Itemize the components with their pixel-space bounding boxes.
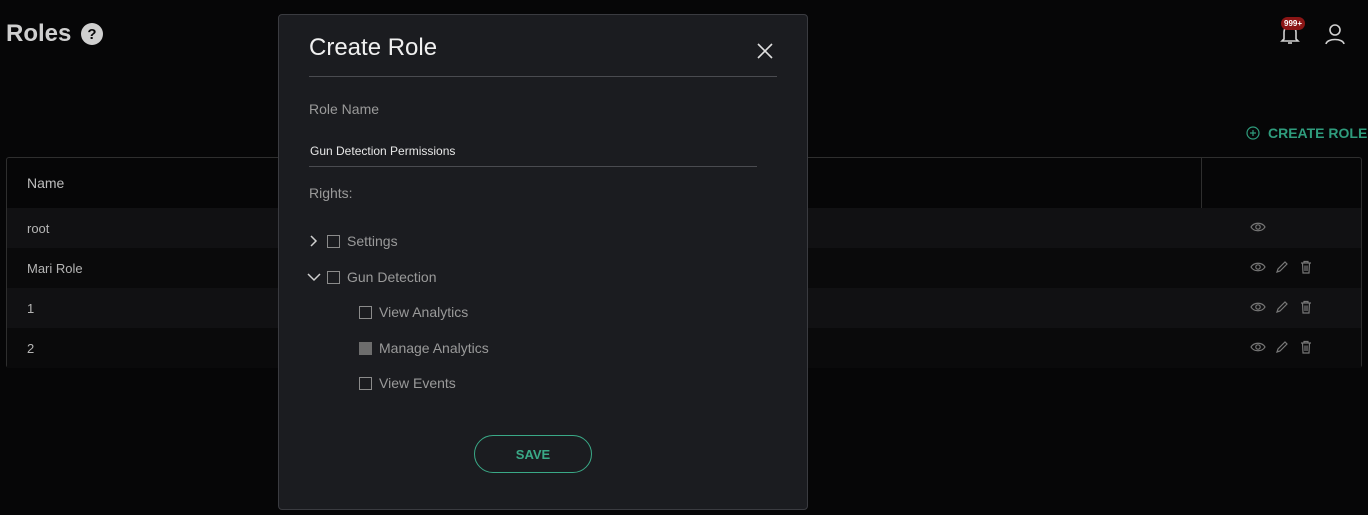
pencil-icon[interactable] — [1274, 259, 1290, 275]
page-title: Roles — [6, 20, 72, 47]
tree-item-label: Settings — [347, 233, 398, 249]
eye-icon[interactable] — [1250, 219, 1266, 235]
tree-item-label: View Events — [379, 375, 456, 391]
create-role-label: CREATE ROLE — [1268, 125, 1368, 141]
rights-label: Rights: — [309, 185, 353, 201]
tree-item-manage-analytics[interactable]: Manage Analytics — [359, 338, 489, 358]
gun-detection-checkbox[interactable] — [327, 270, 340, 284]
trash-icon[interactable] — [1298, 299, 1314, 315]
close-icon[interactable] — [755, 41, 775, 61]
role-name-cell: Mari Role — [27, 261, 83, 276]
dialog-divider — [309, 76, 777, 77]
plus-circle-icon — [1246, 126, 1260, 140]
question-circle-icon[interactable]: ? — [81, 23, 103, 45]
eye-icon[interactable] — [1250, 299, 1266, 315]
dialog-title: Create Role — [309, 34, 438, 61]
create-role-dialog: Create Role Role Name Rights: Settings G… — [278, 14, 808, 510]
settings-checkbox[interactable] — [327, 234, 340, 248]
eye-icon[interactable] — [1250, 339, 1266, 355]
view-events-checkbox[interactable] — [359, 376, 372, 390]
role-name-label: Role Name — [309, 101, 380, 117]
user-icon[interactable] — [1323, 22, 1347, 46]
svg-text:?: ? — [87, 26, 96, 43]
eye-icon[interactable] — [1250, 259, 1266, 275]
manage-analytics-checkbox[interactable] — [359, 341, 372, 355]
tree-item-settings[interactable]: Settings — [307, 231, 398, 251]
tree-item-view-events[interactable]: View Events — [359, 373, 456, 393]
chevron-down-icon[interactable] — [307, 270, 321, 284]
tree-item-label: View Analytics — [379, 304, 469, 320]
notification-badge: 999+ — [1281, 17, 1306, 30]
tree-item-view-analytics[interactable]: View Analytics — [359, 302, 468, 322]
role-name-cell: 2 — [27, 341, 35, 356]
pencil-icon[interactable] — [1274, 339, 1290, 355]
tree-item-gun-detection[interactable]: Gun Detection — [307, 267, 437, 287]
save-button[interactable]: SAVE — [474, 435, 592, 473]
tree-item-label: Manage Analytics — [379, 340, 489, 356]
tree-item-label: Gun Detection — [347, 269, 437, 285]
view-analytics-checkbox[interactable] — [359, 305, 372, 319]
trash-icon[interactable] — [1298, 259, 1314, 275]
chevron-right-icon[interactable] — [307, 234, 321, 248]
column-header-name: Name — [27, 175, 65, 191]
trash-icon[interactable] — [1298, 339, 1314, 355]
role-name-cell: 1 — [27, 301, 35, 316]
pencil-icon[interactable] — [1274, 299, 1290, 315]
role-name-cell: root — [27, 221, 50, 236]
role-name-input[interactable] — [309, 135, 757, 167]
create-role-button[interactable]: CREATE ROLE — [1246, 125, 1367, 141]
